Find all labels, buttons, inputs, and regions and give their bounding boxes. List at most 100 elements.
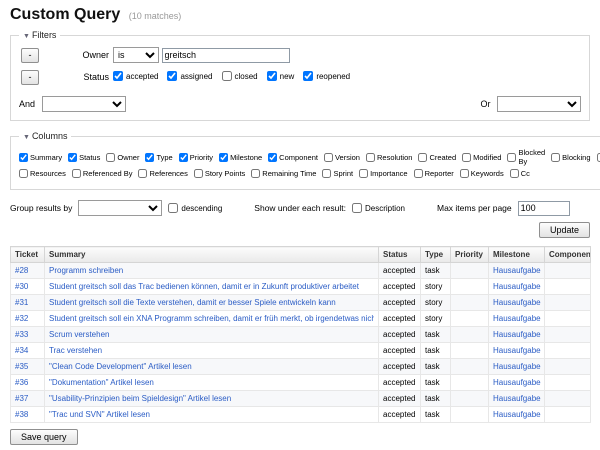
description-checkbox[interactable]: Description	[352, 203, 405, 213]
filters-legend[interactable]: ▼Filters	[19, 30, 60, 40]
summary-link[interactable]: Trac verstehen	[49, 346, 374, 355]
owner-value-input[interactable]	[162, 48, 290, 63]
summary-link[interactable]: "Clean Code Development" Artikel lesen	[49, 362, 374, 371]
status-filter-checkbox-input[interactable]	[303, 71, 313, 81]
milestone-link[interactable]: Hausaufgabe	[493, 378, 541, 387]
ticket-link[interactable]: #35	[15, 362, 28, 371]
status-filter-checkbox-input[interactable]	[167, 71, 177, 81]
summary-link[interactable]: "Usability-Prinzipien beim Spieldesign" …	[49, 394, 374, 403]
column-resources[interactable]: Resources	[19, 169, 66, 178]
status-filter-reopened[interactable]: reopened	[303, 71, 350, 81]
column-checkbox-input[interactable]	[507, 153, 516, 162]
column-priority[interactable]: Priority	[179, 148, 213, 166]
column-checkbox-input[interactable]	[268, 153, 277, 162]
column-checkbox-input[interactable]	[324, 153, 333, 162]
milestone-link[interactable]: Hausaufgabe	[493, 362, 541, 371]
milestone-link[interactable]: Hausaufgabe	[493, 330, 541, 339]
column-checkbox-input[interactable]	[72, 169, 81, 178]
column-checkbox-input[interactable]	[366, 153, 375, 162]
column-header-status[interactable]: Status	[379, 247, 421, 263]
milestone-link[interactable]: Hausaufgabe	[493, 410, 541, 419]
ticket-link[interactable]: #28	[15, 266, 28, 275]
description-checkbox-input[interactable]	[352, 203, 362, 213]
milestone-link[interactable]: Hausaufgabe	[493, 298, 541, 307]
column-summary[interactable]: Summary	[19, 148, 62, 166]
column-blocking[interactable]: Blocking	[551, 148, 590, 166]
summary-link[interactable]: Student greitsch soll die Texte verstehe…	[49, 298, 374, 307]
ticket-link[interactable]: #33	[15, 330, 28, 339]
milestone-link[interactable]: Hausaufgabe	[493, 282, 541, 291]
column-header-type[interactable]: Type	[421, 247, 451, 263]
status-filter-checkbox-input[interactable]	[113, 71, 123, 81]
column-header-priority[interactable]: Priority	[451, 247, 489, 263]
column-resolution[interactable]: Resolution	[366, 148, 412, 166]
column-story-points[interactable]: Story Points	[194, 169, 245, 178]
column-component[interactable]: Component	[268, 148, 318, 166]
summary-link[interactable]: Scrum verstehen	[49, 330, 374, 339]
column-checkbox-input[interactable]	[460, 169, 469, 178]
milestone-link[interactable]: Hausaufgabe	[493, 266, 541, 275]
summary-link[interactable]: Student greitsch soll das Trac bedienen …	[49, 282, 374, 291]
column-reporter[interactable]: Reporter	[414, 169, 454, 178]
column-business-value[interactable]: Business Value	[597, 148, 600, 166]
column-checkbox-input[interactable]	[68, 153, 77, 162]
ticket-link[interactable]: #32	[15, 314, 28, 323]
column-remaining-time[interactable]: Remaining Time	[251, 169, 316, 178]
column-created[interactable]: Created	[418, 148, 456, 166]
and-filter-select[interactable]	[42, 96, 126, 112]
update-button[interactable]: Update	[539, 222, 590, 238]
status-filter-assigned[interactable]: assigned	[167, 71, 212, 81]
column-checkbox-input[interactable]	[138, 169, 147, 178]
summary-link[interactable]: "Dokumentation" Artikel lesen	[49, 378, 374, 387]
column-sprint[interactable]: Sprint	[322, 169, 353, 178]
column-checkbox-input[interactable]	[194, 169, 203, 178]
column-checkbox-input[interactable]	[145, 153, 154, 162]
ticket-link[interactable]: #34	[15, 346, 28, 355]
column-blocked-by[interactable]: Blocked By	[507, 148, 545, 166]
owner-mode-select[interactable]: is	[113, 47, 159, 63]
ticket-link[interactable]: #36	[15, 378, 28, 387]
column-header-milestone[interactable]: Milestone	[489, 247, 545, 263]
column-modified[interactable]: Modified	[462, 148, 501, 166]
column-checkbox-input[interactable]	[510, 169, 519, 178]
remove-owner-filter-button[interactable]: -	[21, 48, 39, 63]
column-referenced-by[interactable]: Referenced By	[72, 169, 133, 178]
column-checkbox-input[interactable]	[19, 169, 28, 178]
status-filter-checkbox-input[interactable]	[222, 71, 232, 81]
column-checkbox-input[interactable]	[414, 169, 423, 178]
column-owner[interactable]: Owner	[106, 148, 139, 166]
descending-checkbox-input[interactable]	[168, 203, 178, 213]
summary-link[interactable]: "Trac und SVN" Artikel lesen	[49, 410, 374, 419]
column-checkbox-input[interactable]	[462, 153, 471, 162]
column-header-summary[interactable]: Summary	[45, 247, 379, 263]
column-checkbox-input[interactable]	[322, 169, 331, 178]
milestone-link[interactable]: Hausaufgabe	[493, 394, 541, 403]
column-checkbox-input[interactable]	[551, 153, 560, 162]
column-checkbox-input[interactable]	[19, 153, 28, 162]
columns-legend[interactable]: ▼Columns	[19, 131, 71, 141]
column-checkbox-input[interactable]	[597, 153, 600, 162]
column-milestone[interactable]: Milestone	[219, 148, 262, 166]
column-checkbox-input[interactable]	[106, 153, 115, 162]
ticket-link[interactable]: #38	[15, 410, 28, 419]
or-filter-select[interactable]	[497, 96, 581, 112]
summary-link[interactable]: Programm schreiben	[49, 266, 374, 275]
status-filter-checkbox-input[interactable]	[267, 71, 277, 81]
column-header-component[interactable]: Component	[545, 247, 591, 263]
column-type[interactable]: Type	[145, 148, 172, 166]
group-by-select[interactable]	[78, 200, 162, 216]
column-references[interactable]: References	[138, 169, 187, 178]
ticket-link[interactable]: #31	[15, 298, 28, 307]
max-items-input[interactable]	[518, 201, 570, 216]
column-keywords[interactable]: Keywords	[460, 169, 504, 178]
column-checkbox-input[interactable]	[251, 169, 260, 178]
column-importance[interactable]: Importance	[359, 169, 408, 178]
column-cc[interactable]: Cc	[510, 169, 530, 178]
column-checkbox-input[interactable]	[359, 169, 368, 178]
remove-status-filter-button[interactable]: -	[21, 70, 39, 85]
status-filter-accepted[interactable]: accepted	[113, 71, 158, 81]
column-version[interactable]: Version	[324, 148, 360, 166]
column-checkbox-input[interactable]	[219, 153, 228, 162]
column-status[interactable]: Status	[68, 148, 100, 166]
milestone-link[interactable]: Hausaufgabe	[493, 346, 541, 355]
